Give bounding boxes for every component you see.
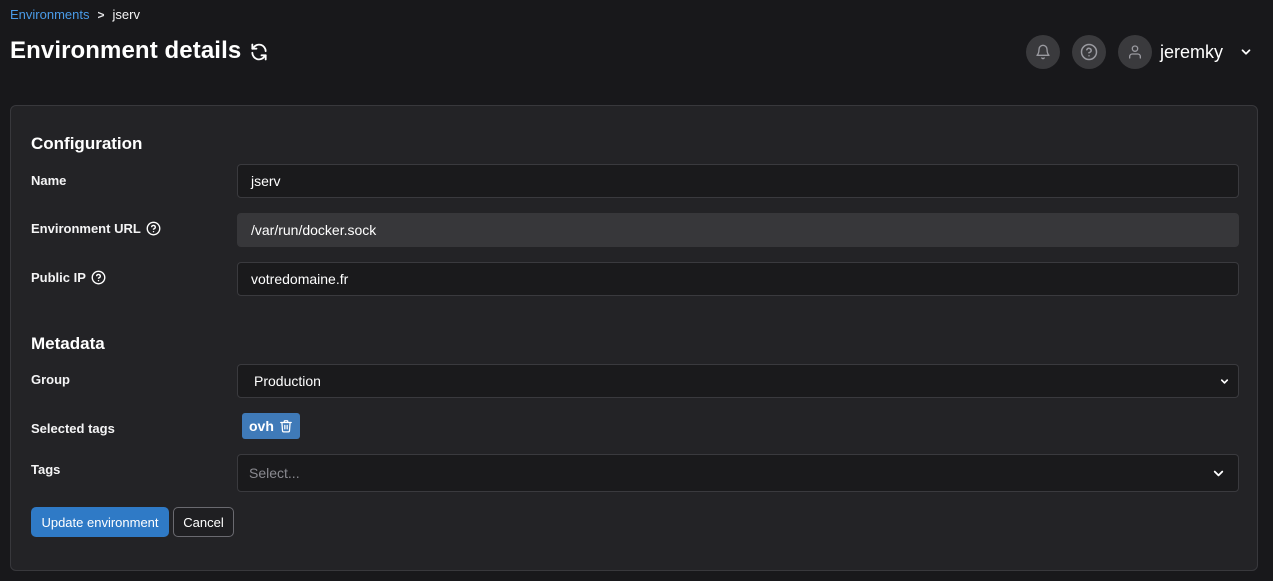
group-select[interactable]: Production [237, 364, 1239, 398]
tags-label: Tags [31, 462, 60, 477]
name-label-text: Name [31, 173, 67, 188]
tags-select-placeholder: Select... [249, 465, 300, 481]
environment-form-panel: Configuration Name jserv Environment URL… [10, 105, 1258, 571]
public-ip-value: votredomaine.fr [251, 271, 349, 287]
trash-icon[interactable] [279, 419, 293, 433]
metadata-title: Metadata [31, 334, 105, 353]
name-input[interactable]: jserv [237, 164, 1239, 198]
group-select-value: Production [254, 373, 321, 389]
help-icon[interactable] [91, 270, 106, 285]
name-label: Name [31, 173, 66, 188]
help-icon[interactable] [146, 221, 161, 236]
cancel-button[interactable]: Cancel [173, 507, 234, 537]
tags-select[interactable]: Select... [237, 454, 1239, 492]
chevron-down-icon [1219, 376, 1230, 387]
update-environment-button[interactable]: Update environment [31, 507, 169, 537]
refresh-icon[interactable] [249, 42, 269, 62]
environment-url-label: Environment URL [31, 221, 161, 236]
breadcrumb-current: jserv [112, 7, 140, 22]
chevron-down-icon[interactable] [1211, 466, 1226, 481]
group-label-text: Group [31, 372, 70, 387]
environment-url-input: /var/run/docker.sock [237, 213, 1239, 247]
header-actions: jeremky [1025, 35, 1253, 69]
tag-chip-label: ovh [249, 418, 274, 434]
help-circle-icon [1080, 43, 1098, 61]
help-button[interactable] [1071, 35, 1106, 69]
public-ip-label-text: Public IP [31, 270, 86, 285]
public-ip-label: Public IP [31, 270, 106, 285]
bell-icon [1035, 44, 1051, 60]
user-icon [1127, 44, 1143, 60]
selected-tags-label: Selected tags [31, 421, 115, 436]
public-ip-input[interactable]: votredomaine.fr [237, 262, 1239, 296]
configuration-title: Configuration [31, 134, 143, 153]
title-row: Environment details [10, 37, 269, 65]
notifications-button[interactable] [1025, 35, 1060, 69]
tags-label-text: Tags [31, 462, 61, 477]
chevron-down-icon[interactable] [1239, 45, 1253, 59]
environment-url-label-text: Environment URL [31, 221, 141, 236]
name-input-value: jserv [251, 173, 281, 189]
page-title: Environment details [10, 37, 242, 64]
group-label: Group [31, 372, 70, 387]
user-avatar[interactable] [1117, 35, 1152, 69]
selected-tags-label-text: Selected tags [31, 421, 115, 436]
environment-url-value: /var/run/docker.sock [251, 222, 377, 238]
breadcrumb: Environments > jserv [10, 7, 140, 22]
username[interactable]: jeremky [1160, 42, 1223, 63]
tag-chip: ovh [242, 413, 300, 439]
breadcrumb-environments-link[interactable]: Environments [10, 7, 89, 22]
breadcrumb-separator: > [97, 7, 105, 22]
